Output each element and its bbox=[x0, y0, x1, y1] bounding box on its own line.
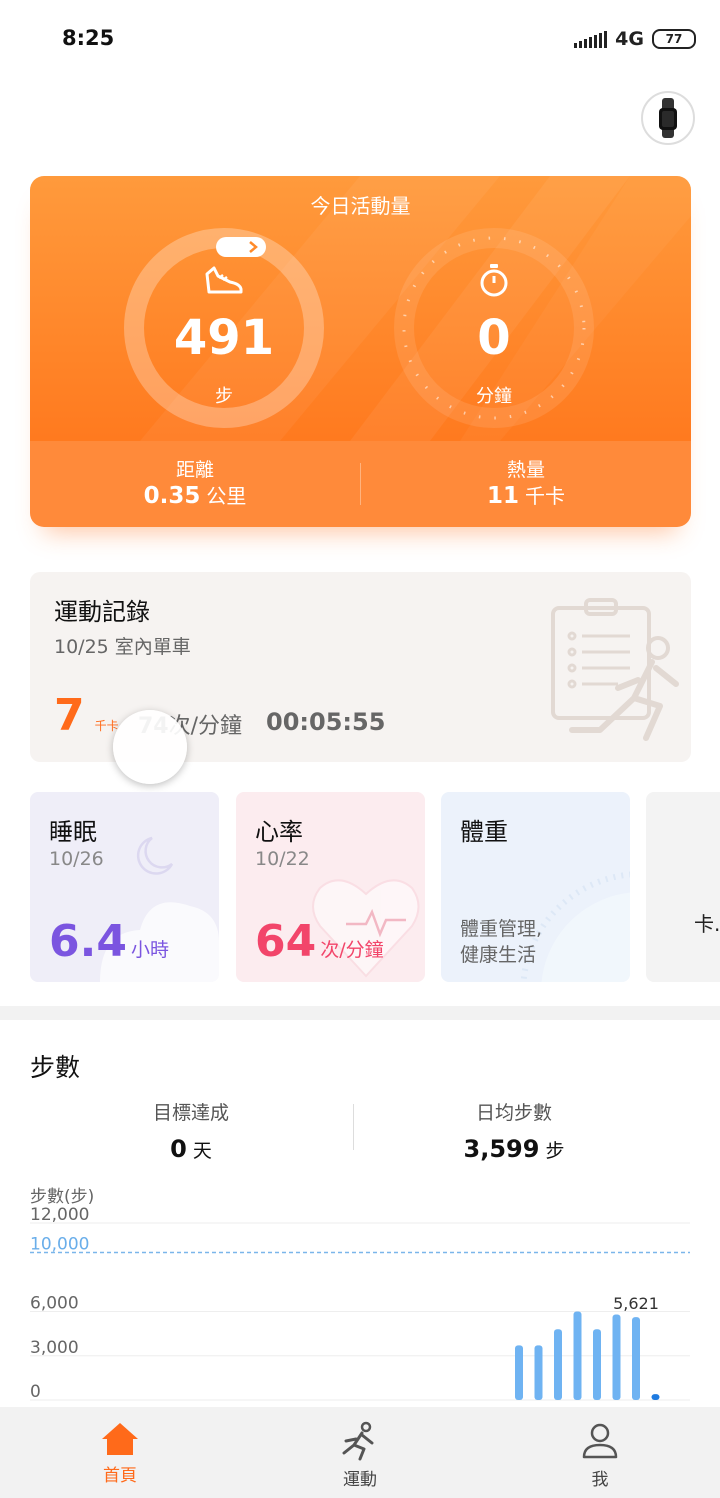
minutes-value: 0 bbox=[477, 310, 511, 366]
touch-indicator bbox=[113, 710, 187, 784]
activity-card[interactable]: 今日活動量 491 步 0 分鐘 距離 0.35 公里 熱量 11 千卡 bbox=[30, 176, 691, 527]
chart-bar-label: 5,621 bbox=[613, 1294, 659, 1313]
distance-unit: 公里 bbox=[206, 484, 247, 508]
sleep-card[interactable]: 睡眠 10/26 6.4 小時 bbox=[30, 792, 219, 982]
steps-chart[interactable]: 步數(步)12,000 6,000 3,000 0 10,000 5,621 bbox=[0, 1180, 720, 1407]
sleep-date: 10/26 bbox=[49, 848, 104, 870]
distance-value: 0.35 bbox=[143, 483, 201, 509]
activity-title: 今日活動量 bbox=[310, 194, 411, 218]
minutes-unit: 分鐘 bbox=[476, 386, 512, 407]
heart-value: 64 bbox=[255, 916, 317, 967]
shoe-icon bbox=[205, 266, 243, 294]
chart-bar bbox=[612, 1314, 621, 1400]
network-type: 4G bbox=[615, 28, 644, 50]
more-card-text: 卡. bbox=[694, 912, 720, 936]
sleep-value-row: 6.4 小時 bbox=[49, 916, 169, 967]
battery-icon: 77 bbox=[652, 29, 696, 49]
chart-bar bbox=[651, 1394, 660, 1400]
heart-value-row: 64 次/分鐘 bbox=[255, 916, 384, 967]
tab-me-label: 我 bbox=[591, 1470, 609, 1490]
goal-unit: 天 bbox=[192, 1140, 212, 1162]
profile-icon bbox=[582, 1423, 618, 1459]
chart-ytick: 12,000 bbox=[30, 1205, 89, 1225]
goal-value: 0 bbox=[170, 1135, 187, 1163]
steps-ring[interactable]: 491 步 bbox=[124, 228, 324, 428]
tab-exercise[interactable]: 運動 bbox=[240, 1407, 480, 1498]
goal-stat: 目標達成 0天 bbox=[41, 1098, 341, 1163]
calories-stat: 熱量 11 千卡 bbox=[361, 441, 691, 527]
signal-icon bbox=[574, 30, 608, 48]
chart-ytick: 6,000 bbox=[30, 1294, 79, 1314]
chart-ytick: 0 bbox=[30, 1382, 41, 1402]
chart-goal-label: 10,000 bbox=[30, 1235, 89, 1255]
chart-bar bbox=[593, 1329, 601, 1400]
stopwatch-icon bbox=[480, 264, 508, 297]
record-calories-value: 7 bbox=[54, 690, 85, 741]
status-time: 8:25 bbox=[62, 26, 115, 50]
minutes-ring[interactable]: 0 分鐘 bbox=[394, 228, 594, 428]
record-duration: 00:05:55 bbox=[266, 708, 386, 736]
chart-bar bbox=[534, 1345, 543, 1400]
record-calories: 7 千卡 bbox=[54, 690, 119, 741]
record-subtitle: 10/25 室內單車 bbox=[54, 636, 191, 658]
average-stat: 日均步數 3,599 步 bbox=[364, 1098, 664, 1163]
running-icon bbox=[342, 1421, 374, 1461]
avg-unit: 步 bbox=[545, 1140, 565, 1162]
weight-title: 體重 bbox=[460, 818, 508, 846]
more-card[interactable]: 卡. bbox=[646, 792, 720, 982]
chart-bar bbox=[573, 1311, 582, 1400]
tab-home-label: 首頁 bbox=[103, 1466, 137, 1486]
sleep-unit: 小時 bbox=[130, 939, 169, 961]
distance-stat: 距離 0.35 公里 bbox=[30, 441, 360, 527]
calories-value: 11 bbox=[486, 483, 519, 509]
bottom-tab-bar: 首頁 運動 我 bbox=[0, 1407, 720, 1498]
steps-section-title: 步數 bbox=[30, 1053, 81, 1082]
chart-bar bbox=[554, 1329, 562, 1400]
chart-ylabel: 步數(步) bbox=[30, 1187, 94, 1207]
chart-ytick: 3,000 bbox=[30, 1338, 79, 1358]
status-icons: 4G 77 bbox=[574, 28, 696, 50]
band-icon bbox=[659, 98, 677, 138]
home-icon bbox=[102, 1423, 138, 1455]
device-button[interactable] bbox=[641, 91, 695, 145]
progress-pointer-icon bbox=[216, 237, 266, 257]
stat-divider bbox=[353, 1104, 354, 1150]
tab-exercise-label: 運動 bbox=[343, 1470, 377, 1490]
heart-date: 10/22 bbox=[255, 848, 310, 870]
section-divider bbox=[0, 1006, 720, 1020]
heart-title: 心率 bbox=[255, 818, 303, 846]
heart-rate-card[interactable]: 心率 10/22 64 次/分鐘 bbox=[236, 792, 425, 982]
clipboard-runner-icon bbox=[551, 598, 679, 741]
activity-footer: 距離 0.35 公里 熱量 11 千卡 bbox=[30, 441, 691, 527]
goal-label: 目標達成 bbox=[152, 1102, 229, 1124]
avg-value: 3,599 bbox=[463, 1135, 540, 1163]
tab-home[interactable]: 首頁 bbox=[0, 1407, 240, 1498]
steps-unit: 步 bbox=[215, 386, 233, 407]
chart-bar bbox=[515, 1345, 523, 1400]
avg-label: 日均步數 bbox=[475, 1102, 552, 1124]
sleep-value: 6.4 bbox=[49, 916, 127, 967]
heart-unit: 次/分鐘 bbox=[320, 939, 384, 961]
weight-desc-line1: 體重管理, bbox=[460, 918, 543, 940]
weight-desc-line2: 健康生活 bbox=[460, 944, 537, 966]
steps-value: 491 bbox=[173, 310, 275, 366]
chart-bar bbox=[632, 1317, 640, 1400]
sleep-title: 睡眠 bbox=[49, 818, 97, 846]
calories-label: 熱量 bbox=[506, 459, 545, 481]
tab-me[interactable]: 我 bbox=[480, 1407, 720, 1498]
weight-description: 體重管理, 健康生活 bbox=[460, 916, 542, 968]
weight-card[interactable]: 體重 體重管理, 健康生活 bbox=[441, 792, 630, 982]
distance-label: 距離 bbox=[175, 459, 214, 481]
calories-unit: 千卡 bbox=[525, 484, 565, 508]
record-title: 運動記錄 bbox=[54, 598, 150, 626]
